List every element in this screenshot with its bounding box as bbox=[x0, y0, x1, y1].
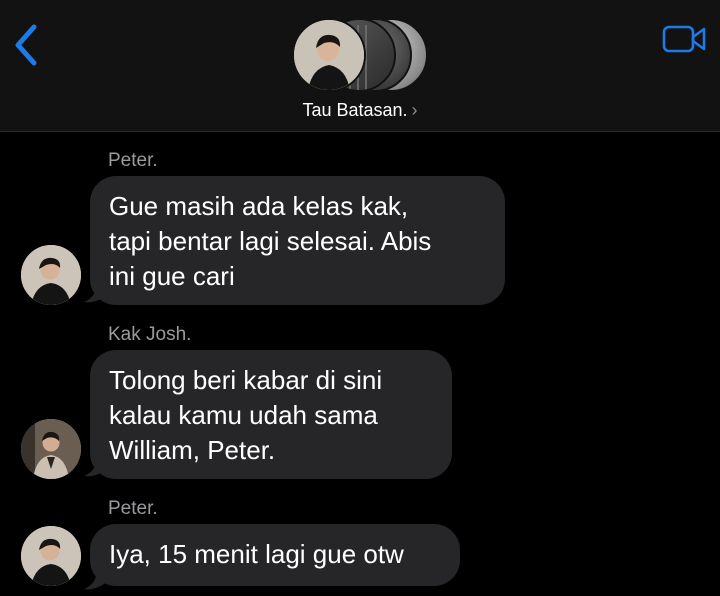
message-bubble[interactable]: Gue masih ada kelas kak, tapi bentar lag… bbox=[90, 176, 505, 305]
message-line: Tolong beri kabar di sini bbox=[109, 365, 383, 395]
message-line: ini gue cari bbox=[109, 261, 235, 291]
message-line: tapi bentar lagi selesai. Abis bbox=[109, 226, 432, 256]
group-name[interactable]: Tau Batasan. › bbox=[0, 100, 720, 121]
message-bubble[interactable]: Iya, 15 menit lagi gue otw bbox=[90, 524, 460, 586]
video-call-button[interactable] bbox=[662, 24, 708, 54]
group-avatar bbox=[292, 18, 366, 92]
message-line: kalau kamu udah sama bbox=[109, 400, 378, 430]
chevron-left-icon bbox=[15, 24, 37, 66]
message-line: William, Peter. bbox=[109, 435, 276, 465]
avatar-peter[interactable] bbox=[21, 526, 81, 586]
message-line: Gue masih ada kelas kak, bbox=[109, 191, 409, 221]
message-bubble[interactable]: Tolong beri kabar di sini kalau kamu uda… bbox=[90, 350, 452, 479]
video-camera-icon bbox=[662, 25, 706, 53]
chat-header: Tau Batasan. › bbox=[0, 0, 720, 132]
group-avatar-stack[interactable] bbox=[292, 18, 428, 92]
sender-name: Peter. bbox=[108, 150, 158, 171]
group-name-label: Tau Batasan. bbox=[302, 100, 408, 120]
chevron-right-icon: › bbox=[411, 100, 418, 120]
back-button[interactable] bbox=[10, 22, 44, 68]
sender-name: Kak Josh. bbox=[108, 324, 192, 345]
message-line: Iya, 15 menit lagi gue otw bbox=[109, 539, 404, 569]
avatar-peter[interactable] bbox=[21, 245, 81, 305]
sender-name: Peter. bbox=[108, 498, 158, 519]
avatar-kak-josh[interactable] bbox=[21, 419, 81, 479]
